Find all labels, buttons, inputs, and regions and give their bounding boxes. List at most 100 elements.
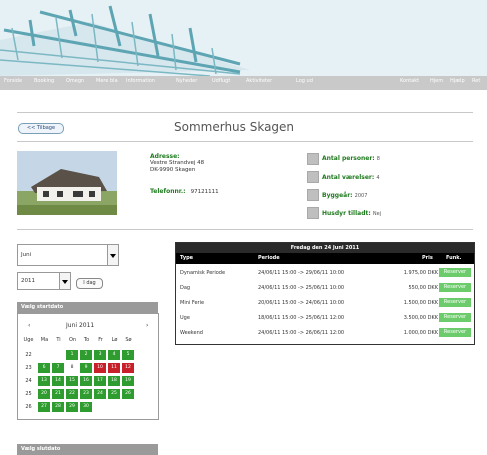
header-banner — [0, 0, 487, 76]
nav-item-forside[interactable]: Forside — [4, 78, 22, 84]
feature-label: Husdyr tilladt: — [322, 210, 371, 217]
feature-value: Nej — [372, 211, 382, 217]
calendar-day[interactable]: 10 — [94, 363, 106, 373]
month-select-value: Juni — [21, 252, 32, 258]
week-number: 23 — [25, 365, 32, 371]
divider — [17, 141, 473, 142]
nav-item-ret[interactable]: Ret — [472, 78, 480, 84]
row-period: 24/06/11 15:00 -> 26/06/11 12:00 — [258, 330, 345, 336]
page-title: Sommerhus Skagen — [174, 120, 295, 134]
weekday-header: To — [83, 337, 90, 343]
next-month-button[interactable]: › — [146, 322, 148, 329]
people-icon — [307, 153, 319, 165]
calendar-day[interactable]: 12 — [122, 363, 134, 373]
calendar-day[interactable]: 1 — [66, 350, 78, 360]
calendar-day[interactable]: 22 — [66, 389, 78, 399]
back-button[interactable]: << Tilbage — [18, 123, 64, 134]
year-select[interactable]: 2011 — [17, 272, 71, 290]
nav-item-information[interactable]: Information — [126, 78, 155, 84]
row-type: Dag — [180, 285, 191, 291]
calendar-day[interactable]: 21 — [52, 389, 64, 399]
calendar-day[interactable]: 17 — [94, 376, 106, 386]
calendar-day[interactable]: 19 — [122, 376, 134, 386]
reserve-button[interactable]: Reserver — [439, 268, 471, 277]
weekday-header: Lø — [111, 337, 118, 343]
divider — [17, 229, 473, 230]
col-func: Funk. — [446, 255, 462, 261]
prev-month-button[interactable]: ‹ — [28, 322, 30, 329]
row-price: 1.500,00 DKK — [403, 300, 438, 306]
row-price: 1.975,00 DKK — [403, 270, 438, 276]
calendar-day[interactable]: 25 — [108, 389, 120, 399]
calendar-day[interactable]: 15 — [66, 376, 78, 386]
calendar-day[interactable]: 9 — [80, 363, 92, 373]
weekday-header: Sø — [125, 337, 132, 343]
calendar-day[interactable]: 20 — [38, 389, 50, 399]
calendar-day[interactable]: 5 — [122, 350, 134, 360]
row-price: 550,00 DKK — [408, 285, 439, 291]
nav-item-udflugt[interactable]: Udflugt — [212, 78, 230, 84]
feature-built: Byggeår: 2007 — [322, 192, 367, 199]
calendar-day[interactable]: 2 — [80, 350, 92, 360]
calendar-day[interactable]: 6 — [38, 363, 50, 373]
nav-item-omegn[interactable]: Omegn — [66, 78, 84, 84]
phone-value: 97121111 — [190, 189, 219, 195]
calendar-day[interactable]: 30 — [80, 402, 92, 412]
nav-item-nyheder[interactable]: Nyheder — [176, 78, 197, 84]
nav-item-hjaelp[interactable]: Hjælp — [450, 78, 465, 84]
feature-label: Antal personer: — [322, 155, 375, 162]
calendar-day[interactable]: 8 — [66, 363, 78, 373]
today-button[interactable]: I dag — [76, 278, 103, 289]
calendar-header: Vælg startdato — [17, 302, 158, 313]
calendar-day[interactable]: 26 — [122, 389, 134, 399]
nav-item-aktiviteter[interactable]: Aktiviteter — [246, 78, 272, 84]
weekday-header: On — [68, 337, 77, 343]
calendar-day[interactable]: 7 — [52, 363, 64, 373]
month-select[interactable]: Juni — [17, 244, 119, 266]
table-row: Weekend 24/06/11 15:00 -> 26/06/11 12:00 1… — [176, 326, 474, 340]
calendar-day[interactable]: 28 — [52, 402, 64, 412]
weekday-header: Ti — [56, 337, 61, 343]
calendar-day[interactable]: 13 — [38, 376, 50, 386]
feature-rooms: Antal værelser: 4 — [322, 174, 380, 181]
table-row: Mini Ferie 20/06/11 15:00 -> 24/06/11 10:… — [176, 296, 474, 310]
nav-item-mere[interactable]: Mere bla — [96, 78, 118, 84]
calendar-day[interactable]: 23 — [80, 389, 92, 399]
feature-value: 2007 — [354, 193, 368, 199]
weekday-header: Uge — [23, 337, 34, 343]
reserve-button[interactable]: Reserver — [439, 283, 471, 292]
table-row: Uge 18/06/11 15:00 -> 25/06/11 12:00 3.500… — [176, 311, 474, 325]
booking-date-header: Fredag den 24 Juni 2011 — [176, 243, 474, 253]
nav-item-booking[interactable]: Booking — [34, 78, 54, 84]
calendar-day[interactable]: 16 — [80, 376, 92, 386]
table-row: Dynamisk Periode 24/06/11 15:00 -> 29/06/… — [176, 266, 474, 280]
phone-label: Telefonnr.: — [150, 188, 186, 195]
pier-image — [0, 0, 487, 76]
row-type: Dynamisk Periode — [180, 270, 226, 276]
chevron-down-icon[interactable] — [107, 245, 118, 265]
address-line1: Vestre Strandvej 48 — [150, 160, 205, 166]
reserve-button[interactable]: Reserver — [439, 328, 471, 337]
row-period: 24/06/11 15:00 -> 25/06/11 10:00 — [258, 285, 345, 291]
calendar-day[interactable]: 27 — [38, 402, 50, 412]
row-period: 20/06/11 15:00 -> 24/06/11 10:00 — [258, 300, 345, 306]
row-period: 24/06/11 15:00 -> 29/06/11 10:00 — [258, 270, 345, 276]
weekday-header: Ma — [40, 337, 49, 343]
table-row: Dag 24/06/11 15:00 -> 25/06/11 10:00 550,0… — [176, 281, 474, 295]
nav-item-logout[interactable]: Log ud — [296, 78, 313, 84]
calendar-day[interactable]: 11 — [108, 363, 120, 373]
main-nav: Forside Booking Omegn Mere bla Informati… — [0, 76, 487, 90]
row-price: 3.500,00 DKK — [403, 315, 438, 321]
nav-item-hjem[interactable]: Hjem — [430, 78, 443, 84]
calendar-day[interactable]: 3 — [94, 350, 106, 360]
calendar-day[interactable]: 18 — [108, 376, 120, 386]
reserve-button[interactable]: Reserver — [439, 298, 471, 307]
calendar-day[interactable]: 24 — [94, 389, 106, 399]
nav-item-kontakt[interactable]: Kontakt — [400, 78, 419, 84]
calendar-day[interactable]: 14 — [52, 376, 64, 386]
chevron-down-icon[interactable] — [59, 273, 70, 289]
start-calendar: ‹ Juni 2011 › Uge Ma Ti On To Fr Lø Sø 22 1 2 3 4 5 23… — [17, 313, 159, 420]
reserve-button[interactable]: Reserver — [439, 313, 471, 322]
calendar-day[interactable]: 4 — [108, 350, 120, 360]
calendar-day[interactable]: 29 — [66, 402, 78, 412]
